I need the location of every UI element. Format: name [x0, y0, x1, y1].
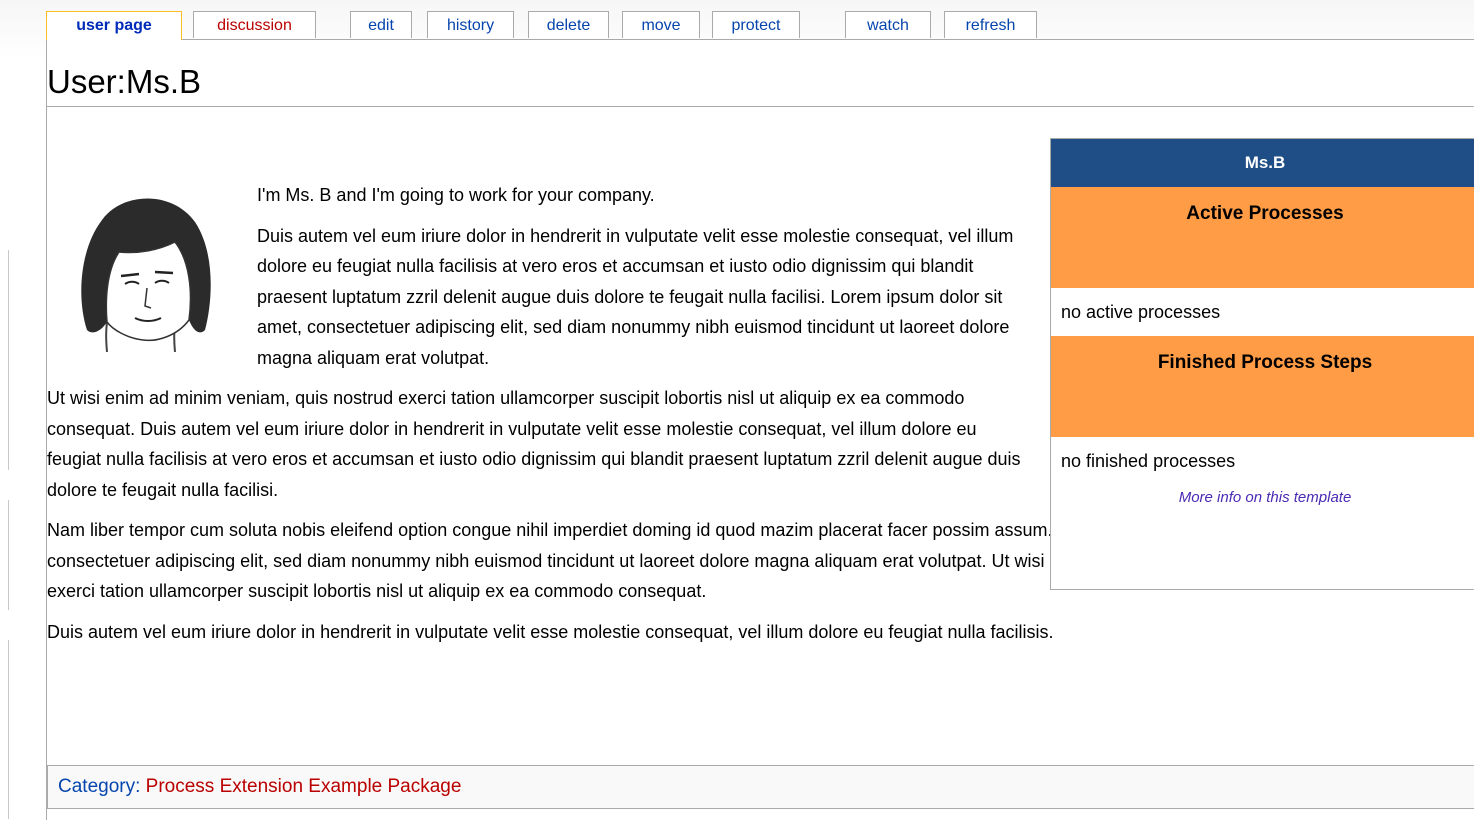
category-colon: :	[135, 776, 146, 797]
article-body: I'm Ms. B and I'm going to work for your…	[47, 180, 1338, 657]
page-title: User:Ms.B	[47, 63, 202, 100]
tab-discussion[interactable]: discussion	[193, 11, 316, 38]
user-infobox: Ms.B Active Processes no active processe…	[1050, 138, 1474, 590]
tab-delete[interactable]: delete	[528, 11, 609, 38]
more-info-link[interactable]: More info on this template	[1051, 489, 1474, 506]
infobox-header: Ms.B	[1051, 139, 1474, 187]
category-bar: Category: Process Extension Example Pack…	[47, 765, 1474, 809]
tab-protect[interactable]: protect	[712, 11, 800, 38]
tab-move[interactable]: move	[622, 11, 700, 38]
active-processes-value: no active processes	[1061, 302, 1221, 322]
left-border	[8, 500, 9, 610]
category-label-link[interactable]: Category	[58, 776, 135, 797]
tab-history[interactable]: history	[427, 11, 514, 38]
body-paragraph: Ut wisi enim ad minim veniam, quis nostr…	[47, 388, 1021, 500]
body-paragraph: Duis autem vel eum iriure dolor in hendr…	[47, 621, 1054, 642]
left-border	[8, 250, 9, 470]
tab-edit[interactable]: edit	[350, 11, 412, 38]
tab-user-page[interactable]: user page	[46, 11, 182, 40]
active-processes-heading: Active Processes	[1051, 187, 1474, 288]
title-divider	[46, 106, 1474, 107]
tab-watch[interactable]: watch	[845, 11, 931, 38]
left-border	[8, 640, 9, 819]
tab-refresh[interactable]: refresh	[944, 11, 1037, 38]
category-link[interactable]: Process Extension Example Package	[146, 776, 462, 797]
finished-steps-heading: Finished Process Steps	[1051, 336, 1474, 437]
finished-processes-value: no finished processes	[1061, 451, 1236, 471]
user-avatar-image	[47, 180, 212, 353]
portrait-sketch-icon	[81, 198, 211, 353]
